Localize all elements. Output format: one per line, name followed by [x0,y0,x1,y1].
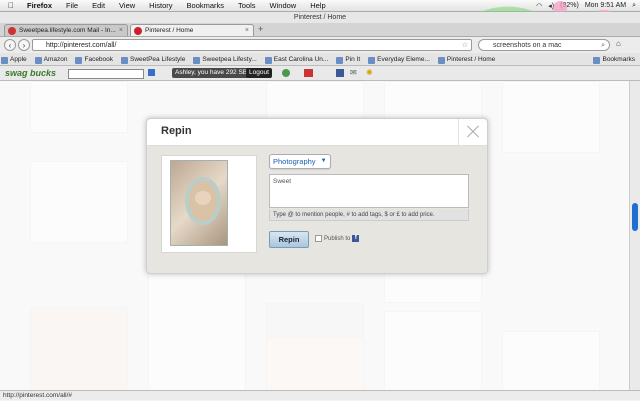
bookmark-ecu[interactable]: East Carolina Un... [264,56,334,64]
menubar-status-area: ◠ ◂) (92%) Mon 9:51 AM ⌕ [536,0,636,11]
battery-status[interactable]: (92%) [560,2,579,9]
bookmark-star-icon[interactable]: ☆ [462,40,468,51]
chevron-down-icon: ▼ [320,158,327,164]
bookmark-facebook[interactable]: Facebook [74,56,118,64]
status-bar: http://pinterest.com/all/# [0,390,640,400]
menu-firefox[interactable]: Firefox [20,1,59,10]
menu-window[interactable]: Window [263,1,304,10]
swagbucks-search-field[interactable] [68,69,144,79]
repin-dialog: Repin Photography ▼ Sweet Type @ to ment… [146,118,488,274]
pin-image [170,160,228,246]
swagbucks-logo[interactable]: swag bucks [5,68,56,78]
bookmarks-toolbar: Apple Amazon Facebook SweetPea Lifestyle… [0,53,640,66]
search-text: screenshots on a mac [493,42,562,49]
spotlight-icon[interactable]: ⌕ [632,2,636,10]
mac-menubar:  Firefox File Edit View History Bookmar… [0,0,640,12]
ornate-frame-image [185,177,221,225]
sun-icon[interactable]: ✺ [366,68,373,77]
board-select-value: Photography [273,157,316,166]
menu-view[interactable]: View [112,1,142,10]
window-title: Pinterest / Home [0,12,640,23]
search-icon[interactable]: ⌕ [601,40,605,51]
bookmark-pinterest[interactable]: Pinterest / Home [437,56,500,64]
swagbucks-balance: Ashley, you have 292 SB [172,68,251,78]
globe-icon[interactable] [282,69,290,77]
baby-photo [195,191,211,205]
repin-dialog-title: Repin [161,125,192,137]
page-scrollbar[interactable] [629,81,640,390]
swagbucks-logout-button[interactable]: Logout [246,68,272,78]
scrollbar-thumb[interactable] [632,203,638,231]
new-tab-icon[interactable]: + [258,24,263,34]
bookmark-apple[interactable]: Apple [0,56,32,64]
wifi-icon[interactable]: ◠ [536,2,542,10]
repin-button[interactable]: Repin [269,231,309,248]
menu-bookmarks[interactable]: Bookmarks [180,1,232,10]
pin-description-input[interactable]: Sweet [269,174,469,208]
facebook-icon[interactable] [336,69,344,77]
facebook-icon: f [352,235,360,242]
bookmark-pin-it[interactable]: Pin It [335,56,365,64]
url-text: http://pinterest.com/all/ [46,42,117,49]
mail-favicon-icon [8,27,16,35]
close-tab-icon[interactable]: × [245,25,249,36]
clock[interactable]: Mon 9:51 AM [585,2,626,9]
publish-to-facebook: Publish to f [315,235,360,242]
bookmark-sweetpea[interactable]: SweetPea Lifestyle [120,56,190,64]
home-icon[interactable]: ⌂ [616,39,621,48]
menu-file[interactable]: File [59,1,85,10]
mail-icon[interactable]: ✉ [350,68,357,77]
video-icon[interactable] [304,69,313,77]
publish-checkbox[interactable] [315,235,322,242]
board-select-dropdown[interactable]: Photography ▼ [269,154,331,169]
apple-menu-icon[interactable]:  [0,1,20,10]
repin-dialog-header: Repin [147,119,487,146]
tab-mail[interactable]: Sweetpea.lifestyle.com Mail - In... × [4,24,128,36]
bookmark-amazon[interactable]: Amazon [34,56,73,64]
tab-pinterest[interactable]: Pinterest / Home × [130,24,254,36]
url-bar[interactable]: http://pinterest.com/all/ ☆ [32,39,472,51]
pinterest-favicon-icon [134,27,142,35]
tab-label: Sweetpea.lifestyle.com Mail - In... [19,27,116,34]
close-tab-icon[interactable]: × [119,25,123,36]
pin-thumbnail [161,155,257,253]
navigation-toolbar: ‹ › http://pinterest.com/all/ ☆ screensh… [0,37,640,53]
menu-help[interactable]: Help [303,1,332,10]
bookmarks-menu[interactable]: Bookmarks [592,56,640,64]
description-hint: Type @ to mention people, # to add tags,… [269,209,469,221]
swagbucks-icon[interactable] [148,69,155,76]
search-input[interactable]: screenshots on a mac ⌕ [478,39,610,51]
forward-button[interactable]: › [18,39,30,51]
menu-tools[interactable]: Tools [231,1,263,10]
volume-icon[interactable]: ◂) [548,2,554,10]
bookmark-everyday[interactable]: Everyday Eleme... [367,56,435,64]
tab-bar: Sweetpea.lifestyle.com Mail - In... × Pi… [0,23,640,37]
tab-label: Pinterest / Home [145,27,194,34]
bookmark-sweetpea-2[interactable]: Sweetpea Lifesty... [192,56,261,64]
close-icon[interactable] [458,119,487,145]
swagbucks-toolbar: swag bucks Ashley, you have 292 SB Logou… [0,66,640,81]
back-button[interactable]: ‹ [4,39,16,51]
menu-edit[interactable]: Edit [85,1,112,10]
menu-history[interactable]: History [142,1,179,10]
publish-label: Publish to [324,235,351,242]
